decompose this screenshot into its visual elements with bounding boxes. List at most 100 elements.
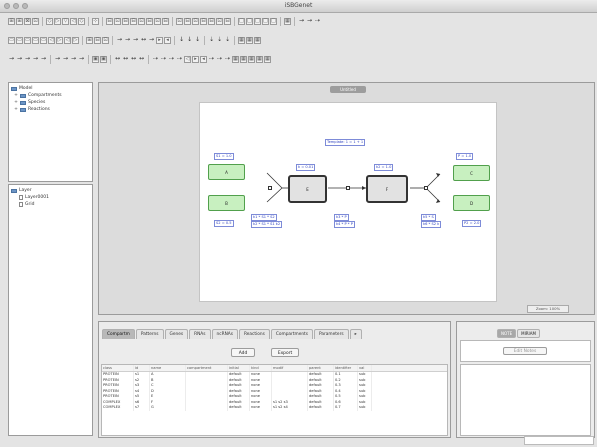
toolbar-button[interactable]: ▦ — [256, 55, 263, 63]
toolbar-button[interactable]: → — [78, 56, 85, 63]
toolbar-button[interactable]: ⇣ — [216, 37, 223, 44]
toolbar-button[interactable]: ▸ — [156, 36, 163, 44]
toolbar-button[interactable]: ⊟ — [184, 17, 191, 25]
toolbar-button[interactable]: ⊟ — [130, 17, 137, 25]
column-header[interactable]: class — [102, 365, 134, 371]
tab-note[interactable]: NOTE — [497, 329, 517, 338]
toolbar-button[interactable]: ↔ — [114, 56, 121, 63]
toolbar-button[interactable]: ⊡ — [216, 17, 223, 25]
toolbar-button[interactable]: ↔ — [140, 37, 147, 44]
toolbar-button[interactable]: ⇢ — [216, 56, 223, 63]
toolbar-button[interactable]: □ — [246, 17, 253, 25]
toolbar-button[interactable]: ▭ — [32, 36, 39, 44]
tree-item-species[interactable]: + Species — [11, 99, 90, 106]
toolbar-button[interactable]: ▦ — [246, 36, 253, 44]
toolbar-button[interactable]: ◁ — [64, 36, 71, 44]
toolbar-button[interactable]: ▦ — [238, 36, 245, 44]
toolbar-button[interactable]: ▸ — [192, 55, 199, 63]
toolbar-button[interactable]: ⊠ — [24, 17, 31, 25]
toolbar-button[interactable]: ⊡ — [192, 17, 199, 25]
properties-tab[interactable]: ▸ — [349, 329, 362, 339]
toolbar-button[interactable]: ⇢ — [208, 56, 215, 63]
toolbar-button[interactable]: ⇢ — [152, 56, 159, 63]
toolbar-button[interactable]: → — [148, 37, 155, 44]
species-node-b[interactable]: B — [208, 195, 245, 211]
column-header[interactable]: parent — [308, 365, 334, 371]
toolbar-button[interactable]: ◁ — [70, 17, 77, 25]
rate-label[interactable]: k2 * S1 * S1 k2 — [251, 221, 283, 228]
tree-root-layer[interactable]: Layer — [11, 187, 90, 194]
toolbar-button[interactable]: ⊞ — [86, 36, 93, 44]
rate-label[interactable]: k3 * P — [334, 214, 349, 221]
toolbar-button[interactable]: → — [16, 56, 23, 63]
toolbar-button[interactable]: ⇢ — [224, 56, 231, 63]
diagram-canvas-area[interactable]: Untitled Template: 1 = 1 + 1 A B E F C D… — [98, 82, 595, 315]
connector-handle[interactable] — [424, 186, 428, 190]
toolbar-button[interactable]: ▦ — [248, 55, 255, 63]
species-node-c[interactable]: C — [453, 165, 490, 181]
toolbar-button[interactable]: ◂ — [164, 36, 171, 44]
toolbar-button[interactable]: → — [24, 56, 31, 63]
toolbar-button[interactable]: → — [8, 56, 15, 63]
toolbar-button[interactable]: □ — [262, 17, 269, 25]
toolbar-button[interactable]: ⊟ — [200, 17, 207, 25]
toolbar-button[interactable]: □ — [254, 17, 261, 25]
properties-tab[interactable]: ncRNAs — [211, 329, 238, 339]
param-label[interactable]: k2 = 1.0 — [374, 164, 394, 171]
connector-handle[interactable] — [268, 186, 272, 190]
tree-item-layer0001[interactable]: Layer0001 — [11, 194, 90, 201]
add-button[interactable]: Add — [231, 348, 255, 357]
toolbar-button[interactable]: ▣ — [100, 55, 107, 63]
toolbar-button[interactable]: ⊡ — [32, 17, 39, 25]
model-template-label[interactable]: Template: 1 = 1 + 1 — [325, 139, 366, 146]
toolbar-button[interactable]: → — [132, 37, 139, 44]
param-label[interactable]: k = 0.01 — [296, 164, 316, 171]
column-header[interactable]: compartment — [186, 365, 228, 371]
toolbar-button[interactable]: ⇢ — [160, 56, 167, 63]
toolbar-button[interactable]: ⊟ — [208, 17, 215, 25]
tree-root-model[interactable]: Model — [11, 85, 90, 92]
toolbar-button[interactable]: ▭ — [16, 36, 23, 44]
toolbar-button[interactable]: ▦ — [254, 36, 261, 44]
expand-icon[interactable]: + — [14, 107, 18, 112]
toolbar-button[interactable]: ↓ — [194, 37, 201, 44]
toolbar-button[interactable]: → — [306, 18, 313, 25]
properties-tab[interactable]: Patterns — [135, 329, 164, 339]
toolbar-button[interactable]: ▦ — [284, 17, 291, 25]
toolbar-button[interactable]: ◇ — [46, 17, 53, 25]
species-node-a[interactable]: A — [208, 164, 245, 180]
toolbar-button[interactable]: ⇢ — [176, 56, 183, 63]
toolbar-button[interactable]: ⇢ — [314, 18, 321, 25]
toolbar-button[interactable]: ▭ — [24, 36, 31, 44]
column-header[interactable]: id — [134, 365, 150, 371]
toolbar-button[interactable]: ⊡ — [102, 36, 109, 44]
tab-miriam[interactable]: MIRIAM — [517, 329, 540, 338]
column-header[interactable]: val — [358, 365, 372, 371]
toolbar-button[interactable]: → — [70, 56, 77, 63]
toolbar-button[interactable]: ▷ — [54, 17, 61, 25]
notes-content-area[interactable] — [460, 364, 591, 436]
toolbar-button[interactable]: ▭ — [40, 36, 47, 44]
toolbar-button[interactable]: ↓ — [186, 37, 193, 44]
toolbar-button[interactable]: ◁ — [48, 36, 55, 44]
canvas-tab[interactable]: Untitled — [330, 86, 366, 93]
toolbar-button[interactable]: → — [62, 56, 69, 63]
edit-notes-button[interactable]: Edit Notes — [503, 347, 547, 355]
rate-label[interactable]: k5 * S — [421, 214, 436, 221]
toolbar-button[interactable]: ⊹ — [92, 17, 99, 25]
rate-label[interactable]: k1 * S1 * S2 — [251, 214, 277, 221]
toolbar-button[interactable]: ⊟ — [146, 17, 153, 25]
toolbar-button[interactable]: ◂ — [200, 55, 207, 63]
param-label[interactable]: P2 = 2.0 — [462, 220, 482, 227]
process-node-1[interactable]: E — [288, 175, 327, 203]
toolbar-button[interactable]: ▽ — [62, 17, 69, 25]
connector-handle[interactable] — [346, 186, 350, 190]
toolbar-button[interactable]: → — [116, 37, 123, 44]
toolbar-button[interactable]: → — [32, 56, 39, 63]
toolbar-button[interactable]: ↔ — [130, 56, 137, 63]
toolbar-button[interactable]: ⊡ — [154, 17, 161, 25]
toolbar-button[interactable]: ⊟ — [94, 36, 101, 44]
toolbar-button[interactable]: ↓ — [178, 37, 185, 44]
toolbar-button[interactable]: ▷ — [72, 36, 79, 44]
toolbar-button[interactable]: ⇣ — [224, 37, 231, 44]
